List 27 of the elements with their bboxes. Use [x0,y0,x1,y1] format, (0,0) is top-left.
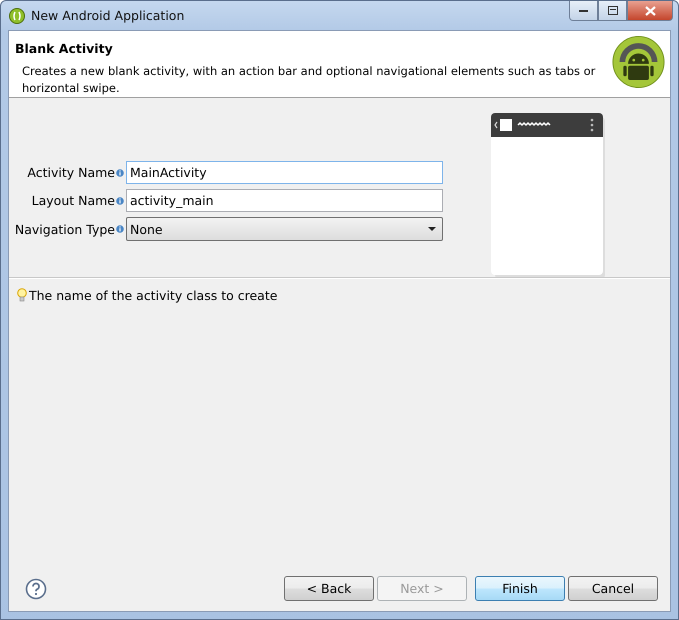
lightbulb-icon [17,288,27,303]
close-button[interactable] [627,1,673,21]
android-robot-icon [612,34,665,90]
info-icon [116,168,124,176]
help-icon[interactable] [25,578,47,600]
field-label: Activity Name [27,165,115,180]
page-title: Blank Activity [15,41,114,56]
window-title: New Android Application [31,8,186,23]
caret-icon [428,226,436,232]
field-label: Layout Name [32,193,115,208]
app-icon [9,8,25,24]
back-button[interactable]: < Back [284,576,374,601]
maximize-button[interactable] [598,1,627,21]
minimize-button[interactable] [569,1,598,21]
info-icon [116,196,124,204]
cancel-button[interactable]: Cancel [568,576,658,601]
navigation-type-dropdown[interactable]: None [126,217,443,241]
input-field[interactable]: activity_main [126,189,443,212]
close-icon [644,6,656,16]
maximize-icon [608,6,618,15]
page-description: Creates a new blank activity, with an action bar and optional navigational elements such as tabs or horizontal swipe. [22,63,596,97]
info-icon [116,225,124,233]
finish-button[interactable]: Finish [475,576,565,601]
minimize-icon [578,8,588,12]
hint-text: The name of the activity class to create [29,288,278,303]
input-field[interactable]: MainActivity [126,161,443,184]
field-label: Navigation Type [14,222,115,236]
